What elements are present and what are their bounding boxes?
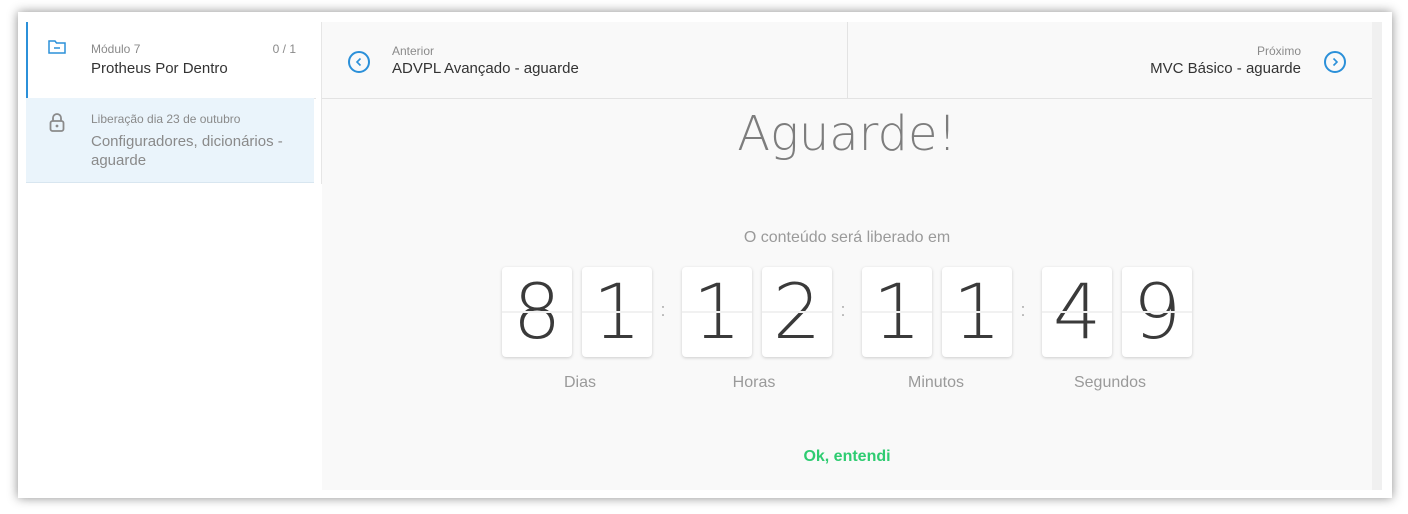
- days-label: Dias: [563, 374, 596, 391]
- lesson-release-date: Liberação dia 23 de outubro: [91, 112, 241, 126]
- wait-heading: Aguarde!: [737, 106, 957, 162]
- hours-label: Horas: [732, 374, 776, 391]
- module-progress-count: 0 / 1: [272, 42, 296, 56]
- chevron-left-icon: [348, 51, 370, 73]
- lesson-navigation: Anterior ADVPL Avançado - aguarde Próxim…: [322, 22, 1372, 99]
- seconds-label: Segundos: [1073, 374, 1147, 391]
- module-subtitle: Módulo 7: [91, 42, 141, 56]
- chevron-right-icon: [1324, 51, 1346, 73]
- next-label: Próximo: [1256, 44, 1301, 58]
- minutes-digit-1: 1: [862, 267, 932, 357]
- sidebar: Módulo 7 0 / 1 Protheus Por Dentro Liber…: [26, 22, 322, 490]
- lesson-item-locked[interactable]: Liberação dia 23 de outubro Configurador…: [26, 98, 314, 183]
- lock-icon: [49, 113, 65, 132]
- seconds-digit-2: 9: [1122, 267, 1192, 357]
- previous-label: Anterior: [392, 44, 435, 58]
- ok-button[interactable]: Ok, entendi: [322, 448, 1372, 466]
- time-separator: :: [660, 300, 666, 320]
- main-content: Anterior ADVPL Avançado - aguarde Próxim…: [322, 22, 1372, 490]
- release-message: O conteúdo será liberado em: [743, 229, 951, 246]
- hours-digit-1: 1: [682, 267, 752, 357]
- minutes-label: Minutos: [907, 374, 965, 391]
- module-item[interactable]: Módulo 7 0 / 1 Protheus Por Dentro: [26, 22, 316, 99]
- next-lesson-title: MVC Básico - aguarde: [1150, 60, 1301, 77]
- days-digit-2: 1: [582, 267, 652, 357]
- minutes-digit-2: 1: [942, 267, 1012, 357]
- scrollbar[interactable]: [1372, 22, 1382, 490]
- lesson-title: Configuradores, dicionários - aguarde: [91, 133, 283, 169]
- seconds-digit-1: 4: [1042, 267, 1112, 357]
- nav-divider: [847, 22, 848, 98]
- time-separator: :: [840, 300, 846, 320]
- days-digit-1: 8: [502, 267, 572, 357]
- hours-digit-2: 2: [762, 267, 832, 357]
- time-separator: :: [1020, 300, 1026, 320]
- folder-icon: [48, 40, 66, 54]
- previous-lesson-title: ADVPL Avançado - aguarde: [392, 60, 579, 77]
- module-title: Protheus Por Dentro: [91, 60, 228, 77]
